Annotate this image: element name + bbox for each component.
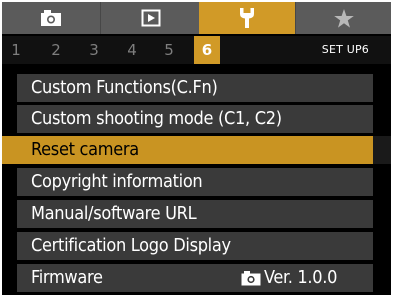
sub-tab-row: 1 2 3 4 5 6 SET UP6: [2, 36, 391, 64]
subtab-6[interactable]: 6: [194, 36, 220, 64]
tab-shooting[interactable]: [2, 2, 100, 34]
playback-icon: [141, 9, 160, 27]
menu-item-label: Custom Functions(C.Fn): [31, 77, 218, 98]
menu-item-custom-shooting-mode[interactable]: Custom shooting mode (C1, C2): [17, 105, 373, 133]
star-icon: [334, 8, 354, 28]
menu-item-manual-software-url[interactable]: Manual/software URL: [17, 200, 373, 228]
subtab-5[interactable]: 5: [163, 36, 175, 64]
menu-item-reset-camera[interactable]: Reset camera: [2, 136, 391, 164]
menu-item-label: Copyright information: [31, 171, 203, 192]
menu-item-label: Custom shooting mode (C1, C2): [31, 108, 282, 129]
camera-menu-screen: 1 2 3 4 5 6 SET UP6 Custom Functions(C.F…: [2, 2, 391, 295]
subtab-2[interactable]: 2: [50, 36, 62, 64]
tab-bar: [2, 2, 391, 34]
menu-item-label: Firmware: [31, 267, 103, 288]
tab-setup[interactable]: [199, 2, 295, 34]
firmware-value: Ver. 1.0.0: [241, 264, 337, 292]
page-label: SET UP6: [321, 43, 369, 56]
menu-item-certification-logo-display[interactable]: Certification Logo Display: [17, 232, 373, 260]
subtab-4[interactable]: 4: [126, 36, 138, 64]
menu-item-label: Certification Logo Display: [31, 235, 231, 256]
tab-playback[interactable]: [100, 2, 200, 34]
menu-item-copyright-information[interactable]: Copyright information: [17, 168, 373, 196]
subtab-3[interactable]: 3: [88, 36, 100, 64]
subtab-1[interactable]: 1: [10, 36, 22, 64]
firmware-version: Ver. 1.0.0: [264, 267, 338, 288]
wrench-icon: [240, 8, 254, 28]
tab-my-menu[interactable]: [295, 2, 391, 34]
camera-icon: [241, 271, 261, 286]
menu-item-label: Manual/software URL: [31, 203, 197, 224]
camera-icon: [41, 10, 61, 26]
menu-item-label: Reset camera: [31, 139, 139, 160]
menu-item-custom-functions[interactable]: Custom Functions(C.Fn): [17, 74, 373, 102]
menu-item-firmware[interactable]: Firmware Ver. 1.0.0: [17, 264, 373, 292]
